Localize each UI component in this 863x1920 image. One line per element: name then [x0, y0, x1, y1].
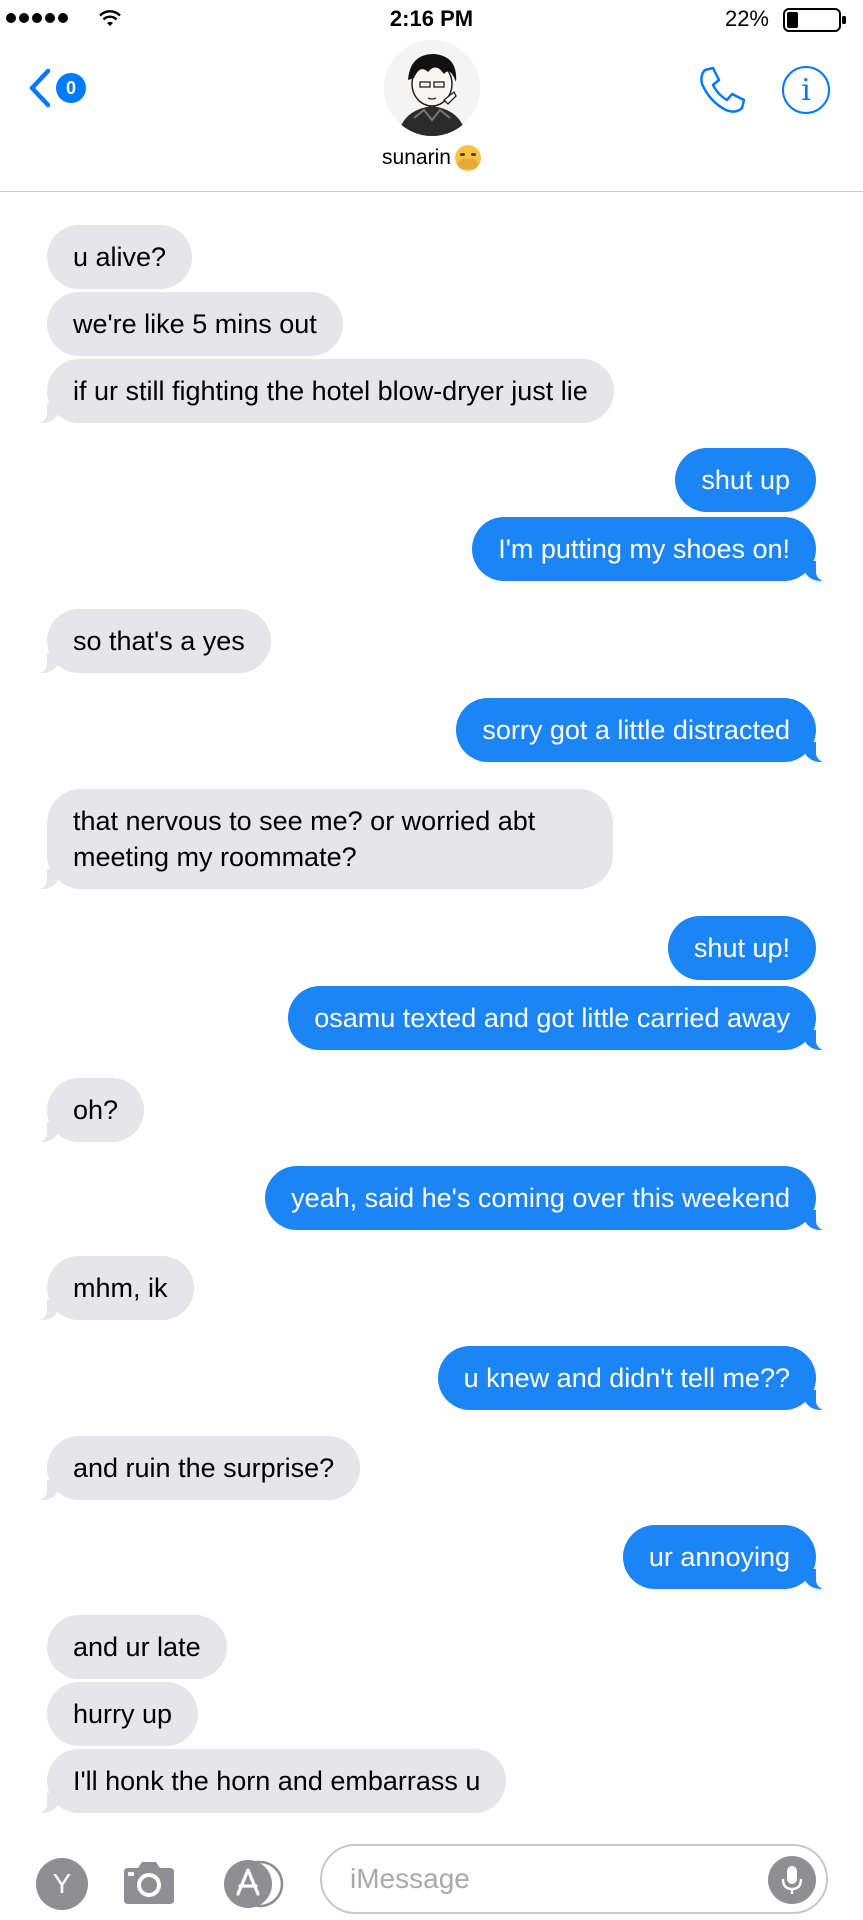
contact-name-row[interactable]: sunarin — [0, 145, 863, 171]
message-bubble-outgoing[interactable]: shut up! — [667, 916, 816, 980]
message-bubble-incoming[interactable]: if ur still fighting the hotel blow-drye… — [33, 359, 614, 424]
battery-percent: 22% — [724, 6, 769, 31]
message-bubble-incoming[interactable]: hurry up — [47, 1682, 199, 1746]
back-button[interactable]: 0 — [28, 66, 98, 110]
contact-name: sunarin — [382, 146, 451, 169]
message-bubble-outgoing[interactable]: osamu texted and got little carried away — [288, 986, 830, 1051]
info-icon[interactable]: i — [782, 66, 830, 114]
imessage-field[interactable] — [320, 1844, 828, 1914]
battery-icon — [783, 8, 846, 32]
message-bubble-outgoing[interactable]: u knew and didn't tell me?? — [437, 1346, 831, 1411]
unread-count-badge: 0 — [56, 73, 86, 103]
chevron-left-icon — [29, 68, 51, 108]
message-bubble-outgoing[interactable]: I'm putting my shoes on! — [472, 517, 830, 582]
avatar[interactable] — [384, 40, 480, 136]
status-bar: 2:16 PM 22% — [0, 0, 863, 40]
message-bubble-incoming[interactable]: I'll honk the horn and embarrass u — [32, 1749, 507, 1814]
message-bubble-incoming[interactable]: u alive? — [47, 225, 193, 289]
conversation-header: 0 sunarin i — [0, 40, 863, 192]
message-bubble-outgoing[interactable]: yeah, said he's coming over this weekend — [265, 1166, 830, 1231]
message-bubble-incoming[interactable]: and ur late — [47, 1615, 227, 1679]
shushing-face-emoji — [454, 145, 481, 171]
message-bubble-incoming[interactable]: that nervous to see me? or worried abt m… — [33, 789, 613, 890]
app-drawer-button[interactable]: Y — [36, 1858, 88, 1910]
message-bubble-incoming[interactable]: oh? — [32, 1078, 145, 1143]
imessage-input[interactable] — [350, 1846, 750, 1912]
message-bubble-incoming[interactable]: so that's a yes — [33, 609, 271, 674]
microphone-icon — [781, 1866, 803, 1894]
microphone-button[interactable] — [768, 1856, 816, 1904]
message-input-bar: Y — [0, 1838, 863, 1920]
message-bubble-outgoing[interactable]: sorry got a little distracted — [456, 698, 830, 763]
message-bubble-outgoing[interactable]: shut up — [675, 448, 816, 512]
message-bubble-incoming[interactable]: and ruin the surprise? — [32, 1436, 361, 1501]
message-bubble-incoming[interactable]: we're like 5 mins out — [47, 292, 343, 356]
phone-icon[interactable] — [696, 64, 748, 116]
camera-icon[interactable] — [120, 1858, 178, 1908]
message-bubble-outgoing[interactable]: ur annoying — [622, 1525, 831, 1590]
message-bubble-incoming[interactable]: mhm, ik — [33, 1256, 194, 1321]
app-store-icon[interactable] — [218, 1858, 288, 1910]
avatar-image — [384, 40, 480, 136]
